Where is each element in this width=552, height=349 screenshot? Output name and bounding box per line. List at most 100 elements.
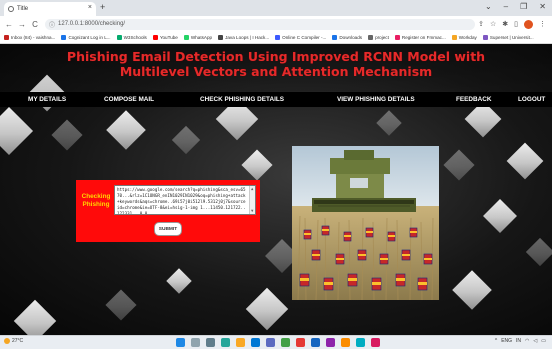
globe-icon (8, 6, 14, 12)
window-controls: ⌄ – ❐ ✕ (485, 2, 546, 11)
chrome-icon[interactable] (281, 338, 290, 347)
submit-button[interactable]: SUBMIT (154, 222, 182, 236)
bookmark-label: YouTube (159, 35, 178, 40)
teams-icon[interactable] (221, 338, 230, 347)
nav-my-details[interactable]: MY DETAILS (28, 96, 66, 103)
reload-button[interactable]: C (31, 20, 39, 29)
tray-overflow[interactable]: ^ (495, 338, 497, 344)
nav-logout[interactable]: LOGOUT (518, 96, 545, 103)
harvester-in-field-photo (292, 146, 439, 300)
sidebar-icon[interactable]: ▯ (514, 20, 518, 28)
star-icon[interactable]: ☆ (490, 20, 496, 28)
bookmark-item[interactable]: Cognizant Log in L... (61, 35, 111, 40)
bookmark-item[interactable]: W3Schools (116, 35, 147, 40)
share-icon[interactable]: ⇪ (478, 20, 484, 28)
info-icon: ⓘ (49, 22, 56, 29)
tab-search-button[interactable]: ⌄ (485, 2, 492, 11)
bookmark-favicon-icon (275, 35, 281, 40)
menu-icon[interactable]: ⋮ (539, 20, 546, 28)
task-view-icon[interactable] (206, 338, 215, 347)
nav-compose-mail[interactable]: COMPOSE MAIL (104, 96, 154, 103)
address-bar[interactable]: ⓘ 127.0.0.1:8000/checking/ (45, 18, 475, 30)
file-explorer-icon[interactable] (236, 338, 245, 347)
background-shape (105, 289, 137, 321)
start-icon[interactable] (176, 338, 185, 347)
windows-taskbar: 27°C ^ ENG IN ◠ ◁ ▭ (0, 335, 552, 349)
toolbar-actions: ⇪ ☆ ✱ ▯ ⋮ (478, 19, 546, 29)
region-indicator[interactable]: IN (516, 338, 521, 344)
bookmark-item[interactable]: Online C Compiler -... (275, 35, 326, 40)
bookmark-label: Workday (458, 35, 477, 40)
language-indicator[interactable]: ENG (501, 338, 512, 344)
nav-view-phishing-details[interactable]: VIEW PHISHING DETAILS (337, 96, 415, 103)
volume-icon[interactable]: ◁ (533, 338, 537, 344)
background-shape (51, 119, 83, 151)
nav-feedback[interactable]: FEEDBACK (456, 96, 492, 103)
bookmark-item[interactable]: WhatsApp (183, 35, 213, 40)
bookmark-favicon-icon (482, 35, 488, 40)
app-icon[interactable] (371, 338, 380, 347)
extensions-icon[interactable]: ✱ (502, 20, 508, 28)
maximize-button[interactable]: ❐ (520, 2, 527, 11)
bookmark-item[interactable]: Superset | Universit... (482, 35, 534, 40)
form-label: Checking Phishing (81, 193, 111, 208)
bookmark-item[interactable]: project (368, 35, 389, 40)
bookmark-favicon-icon (4, 35, 9, 40)
bookmark-favicon-icon (183, 35, 189, 40)
browser-tab-strip: Title × + ⌄ – ❐ ✕ (0, 0, 552, 16)
app-icon[interactable] (311, 338, 320, 347)
weather-temp: 27°C (12, 338, 24, 344)
background-shape (506, 142, 544, 180)
textarea-scrollbar[interactable]: ▲ ▼ (249, 186, 255, 214)
tab-close-button[interactable]: × (88, 4, 92, 11)
search-icon[interactable] (191, 338, 200, 347)
bookmark-label: project (375, 35, 389, 40)
bookmark-favicon-icon (394, 35, 400, 40)
bookmark-item[interactable]: Inbox (84) - vaishna... (4, 35, 55, 40)
nav-check-phishing-details[interactable]: CHECK PHISHING DETAILS (200, 96, 284, 103)
bookmark-item[interactable]: YouTube (152, 35, 178, 40)
browser-toolbar: ← → C ⓘ 127.0.0.1:8000/checking/ ⇪ ☆ ✱ ▯… (0, 16, 552, 32)
profile-avatar[interactable] (524, 19, 533, 29)
background-shape (241, 149, 273, 181)
page-title: Phishing Email Detection Using Improved … (66, 49, 486, 79)
bookmark-favicon-icon (152, 35, 158, 40)
background-shape (166, 268, 192, 294)
bookmark-label: Online C Compiler -... (282, 35, 327, 40)
background-shape (245, 287, 289, 331)
scroll-up-icon[interactable]: ▲ (251, 187, 253, 191)
weather-widget[interactable]: 27°C (4, 338, 23, 344)
bookmark-label: Downloads (339, 35, 363, 40)
url-textarea-value: https://www.google.com/search?q=phishing… (117, 187, 246, 215)
new-tab-button[interactable]: + (100, 3, 105, 12)
forward-button[interactable]: → (18, 20, 26, 29)
wifi-icon[interactable]: ◠ (525, 338, 529, 344)
edge-icon[interactable] (251, 338, 260, 347)
bookmark-item[interactable]: Register on Fmmac... (394, 35, 446, 40)
scroll-down-icon[interactable]: ▼ (251, 209, 253, 213)
bookmark-item[interactable]: Java Loops | I Hack... (218, 35, 269, 40)
minimize-button[interactable]: – (504, 2, 508, 11)
bookmark-favicon-icon (218, 35, 224, 40)
address-text: 127.0.0.1:8000/checking/ (58, 21, 126, 27)
bookmark-label: W3Schools (123, 35, 147, 40)
bookmark-item[interactable]: Downloads (332, 35, 362, 40)
bookmark-item[interactable]: Workday (451, 35, 477, 40)
background-shape (525, 237, 552, 267)
bookmark-label: WhatsApp (190, 35, 213, 40)
battery-icon[interactable]: ▭ (541, 338, 546, 344)
app-icon[interactable] (326, 338, 335, 347)
store-icon[interactable] (266, 338, 275, 347)
browser-tab[interactable]: Title × (4, 2, 96, 16)
taskbar-apps (176, 338, 380, 347)
close-window-button[interactable]: ✕ (539, 2, 546, 11)
back-button[interactable]: ← (5, 20, 13, 29)
background-shape (452, 270, 492, 310)
background-shape (13, 299, 57, 335)
app-icon[interactable] (356, 338, 365, 347)
bookmark-favicon-icon (116, 35, 122, 40)
url-textarea[interactable]: https://www.google.com/search?q=phishing… (114, 185, 256, 215)
app-icon[interactable] (296, 338, 305, 347)
app-icon[interactable] (341, 338, 350, 347)
background-shape (106, 110, 146, 150)
